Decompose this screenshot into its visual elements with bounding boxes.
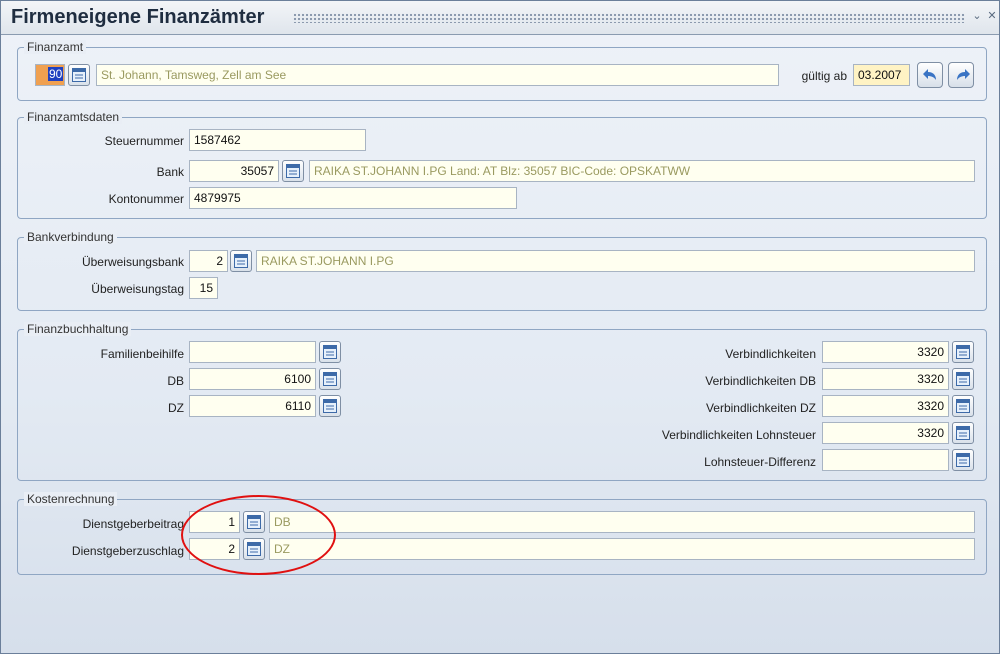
legend-finanzbuchhaltung: Finanzbuchhaltung [24, 322, 132, 336]
verbindlichkeiten-label: Verbindlichkeiten [725, 347, 816, 361]
list-lookup-icon [234, 254, 248, 268]
verbindlichkeiten-dz-lookup-button[interactable] [952, 395, 974, 417]
familienbeihilfe-lookup-button[interactable] [319, 341, 341, 363]
list-lookup-icon [323, 345, 337, 359]
finanzamt-lookup-button[interactable] [68, 64, 90, 86]
title-pattern [293, 13, 965, 23]
verbindlichkeiten-field[interactable]: 3320 [822, 341, 949, 363]
verbindlichkeiten-dz-label: Verbindlichkeiten DZ [705, 401, 816, 415]
list-lookup-icon [323, 399, 337, 413]
finanzamt-name-field[interactable]: St. Johann, Tamsweg, Zell am See [96, 64, 779, 86]
restore-icon[interactable]: ⌄ [971, 10, 983, 22]
title-bar: Firmeneigene Finanzämter ⌄ ✕ [1, 1, 999, 35]
kontonummer-field[interactable]: 4879975 [189, 187, 517, 209]
verbindlichkeiten-lohnsteuer-label: Verbindlichkeiten Lohnsteuer [661, 428, 816, 442]
arrow-forward-icon [957, 69, 970, 80]
legend-bankverbindung: Bankverbindung [24, 230, 117, 244]
db-lookup-button[interactable] [319, 368, 341, 390]
list-lookup-icon [956, 345, 970, 359]
list-lookup-icon [956, 426, 970, 440]
verbindlichkeiten-dz-field[interactable]: 3320 [822, 395, 949, 417]
list-lookup-icon [72, 68, 86, 82]
list-lookup-icon [286, 164, 300, 178]
dienstgeberbeitrag-label: Dienstgeberbeitrag [82, 517, 184, 531]
ueberweisungstag-label: Überweisungstag [91, 282, 184, 296]
list-lookup-icon [956, 453, 970, 467]
ueberweisungsbank-lookup-button[interactable] [230, 250, 252, 272]
lohnsteuer-differenz-label: Lohnsteuer-Differenz [704, 455, 816, 469]
valid-from-label: gültig ab [801, 69, 847, 83]
steuernummer-field[interactable]: 1587462 [189, 129, 366, 151]
bank-label: Bank [156, 165, 184, 179]
list-lookup-icon [323, 372, 337, 386]
verbindlichkeiten-lohnsteuer-lookup-button[interactable] [952, 422, 974, 444]
legend-finanzamtsdaten: Finanzamtsdaten [24, 110, 123, 124]
finanzamt-code-value: 90 [48, 67, 64, 81]
dienstgeberbeitrag-desc-field[interactable]: DB [269, 511, 975, 533]
main-window: Firmeneigene Finanzämter ⌄ ✕ Finanzamt 9… [0, 0, 1000, 654]
arrow-back-icon [923, 69, 936, 80]
previous-button[interactable] [917, 62, 943, 88]
verbindlichkeiten-lookup-button[interactable] [952, 341, 974, 363]
dienstgeberzuschlag-desc-field[interactable]: DZ [269, 538, 975, 560]
list-lookup-icon [956, 372, 970, 386]
window-title: Firmeneigene Finanzämter [11, 6, 265, 28]
lohnsteuer-differenz-field[interactable] [822, 449, 949, 471]
group-bankverbindung: Bankverbindung [17, 230, 987, 311]
dz-field[interactable]: 6110 [189, 395, 316, 417]
dz-lookup-button[interactable] [319, 395, 341, 417]
list-lookup-icon [956, 399, 970, 413]
ueberweisungsbank-label: Überweisungsbank [81, 255, 184, 269]
verbindlichkeiten-db-label: Verbindlichkeiten DB [705, 374, 816, 388]
ueberweisungstag-field[interactable]: 15 [189, 277, 218, 299]
verbindlichkeiten-db-lookup-button[interactable] [952, 368, 974, 390]
dz-label: DZ [168, 401, 184, 415]
bank-desc-field[interactable]: RAIKA ST.JOHANN I.PG Land: AT Blz: 35057… [309, 160, 975, 182]
legend-finanzamt: Finanzamt [24, 40, 87, 54]
valid-from-field[interactable]: 03.2007 [853, 64, 910, 86]
bank-code-field[interactable]: 35057 [189, 160, 279, 182]
next-button[interactable] [948, 62, 974, 88]
steuernummer-label: Steuernummer [104, 134, 184, 148]
dienstgeberzuschlag-label: Dienstgeberzuschlag [71, 544, 184, 558]
bank-lookup-button[interactable] [282, 160, 304, 182]
legend-kostenrechnung: Kostenrechnung [24, 492, 118, 506]
db-label: DB [167, 374, 184, 388]
ueberweisungsbank-desc-field[interactable]: RAIKA ST.JOHANN I.PG [256, 250, 975, 272]
ueberweisungsbank-field[interactable]: 2 [189, 250, 228, 272]
close-icon[interactable]: ✕ [986, 10, 998, 22]
verbindlichkeiten-db-field[interactable]: 3320 [822, 368, 949, 390]
familienbeihilfe-field[interactable] [189, 341, 316, 363]
db-field[interactable]: 6100 [189, 368, 316, 390]
verbindlichkeiten-lohnsteuer-field[interactable]: 3320 [822, 422, 949, 444]
annotation-highlight-oval [181, 495, 336, 575]
familienbeihilfe-label: Familienbeihilfe [100, 347, 184, 361]
finanzamt-code-field[interactable]: 90 [35, 64, 65, 86]
kontonummer-label: Kontonummer [108, 192, 184, 206]
lohnsteuer-differenz-lookup-button[interactable] [952, 449, 974, 471]
